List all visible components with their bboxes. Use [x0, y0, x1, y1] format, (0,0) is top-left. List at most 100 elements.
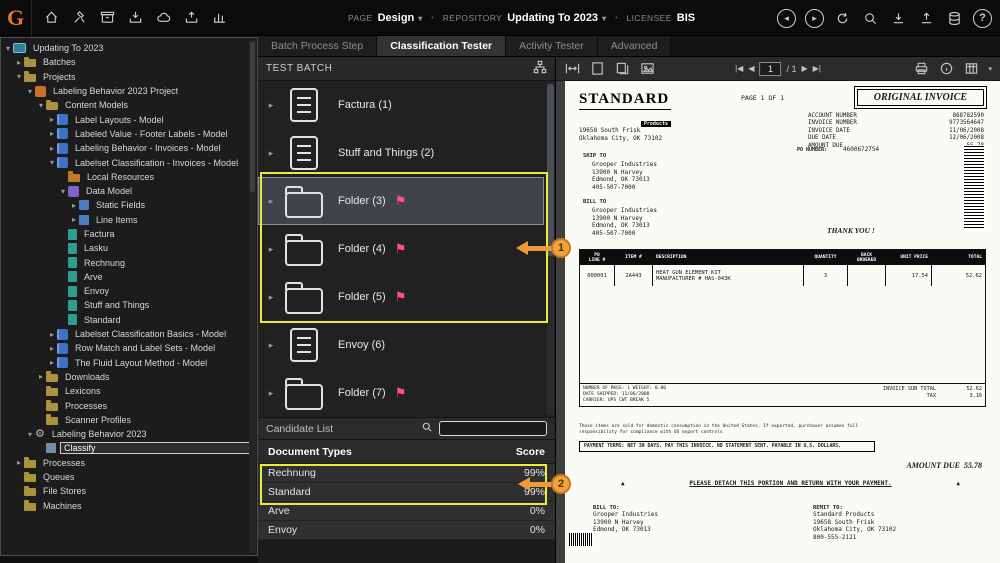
- tree-item-queues[interactable]: Queues: [1, 470, 257, 484]
- tree-item-label-layouts-model[interactable]: ▸ Label Layouts - Model: [1, 112, 257, 126]
- tree-item-file-stores[interactable]: File Stores: [1, 484, 257, 498]
- page-selector[interactable]: Design: [378, 12, 423, 24]
- expander-icon[interactable]: ▸: [69, 201, 79, 210]
- expander-icon[interactable]: ▾: [14, 72, 24, 81]
- expander-icon[interactable]: ▸: [14, 58, 24, 67]
- expander-icon[interactable]: ▸: [47, 330, 57, 339]
- tree-item-local-resources[interactable]: Local Resources: [1, 170, 257, 184]
- expander-icon[interactable]: ▸: [264, 148, 278, 159]
- back-button[interactable]: [777, 8, 796, 28]
- download-icon[interactable]: [889, 9, 908, 28]
- expander-icon[interactable]: ▾: [58, 187, 68, 196]
- expander-icon[interactable]: ▸: [36, 372, 46, 381]
- tree-item-static-fields[interactable]: ▸ Static Fields: [1, 198, 257, 212]
- tree-item-factura[interactable]: Factura: [1, 227, 257, 241]
- tree-scrollbar[interactable]: [249, 40, 256, 553]
- tree-item-stuff-and-things[interactable]: Stuff and Things: [1, 298, 257, 312]
- expander-icon[interactable]: ▸: [14, 458, 24, 467]
- tree-item-projects[interactable]: ▾ Projects: [1, 70, 257, 84]
- refresh-icon[interactable]: [833, 9, 852, 28]
- tree-item-data-model[interactable]: ▾ Data Model: [1, 184, 257, 198]
- expander-icon[interactable]: ▸: [264, 196, 278, 207]
- batch-item-folder-5[interactable]: ▸ Folder (5): [258, 273, 544, 321]
- expander-icon[interactable]: ▾: [47, 158, 57, 167]
- tree-item-batches[interactable]: ▸ Batches: [1, 55, 257, 69]
- fit-page-icon[interactable]: [589, 60, 606, 77]
- tab-batch-process-step[interactable]: Batch Process Step: [258, 36, 378, 56]
- expander-icon[interactable]: ▸: [264, 100, 278, 111]
- repository-selector[interactable]: Updating To 2023: [507, 12, 606, 24]
- pages-icon[interactable]: [614, 60, 631, 77]
- expander-icon[interactable]: ▸: [47, 144, 57, 153]
- upload-icon[interactable]: [917, 9, 936, 28]
- expander-icon[interactable]: ▸: [47, 344, 57, 353]
- tab-activity-tester[interactable]: Activity Tester: [506, 36, 598, 56]
- tree-item-row-match-and-label-sets-model[interactable]: ▸ Row Match and Label Sets - Model: [1, 341, 257, 355]
- candidate-search-input[interactable]: [439, 421, 547, 436]
- document-area[interactable]: STANDARD Products PAGE 1 OF 1 ORIGINAL I…: [556, 81, 1000, 563]
- search-icon[interactable]: [421, 420, 433, 438]
- help-button[interactable]: [973, 8, 992, 28]
- tab-advanced[interactable]: Advanced: [597, 36, 672, 56]
- tree-item-classify[interactable]: Classify: [1, 441, 257, 455]
- grooper-logo[interactable]: G: [0, 0, 32, 36]
- tree-item-lasku[interactable]: Lasku: [1, 241, 257, 255]
- fit-width-icon[interactable]: [564, 60, 581, 77]
- previous-page-icon[interactable]: [748, 64, 754, 73]
- batch-item-folder-3[interactable]: ▸ Folder (3): [258, 177, 544, 225]
- tree-item-labelset-classification-basics-model[interactable]: ▸ Labelset Classification Basics - Model: [1, 327, 257, 341]
- expander-icon[interactable]: ▸: [47, 129, 57, 138]
- expander-icon[interactable]: ▾: [25, 87, 35, 96]
- tree-item-arve[interactable]: Arve: [1, 270, 257, 284]
- tree-item-envoy[interactable]: Envoy: [1, 284, 257, 298]
- home-icon[interactable]: [42, 8, 61, 27]
- chevron-down-icon[interactable]: ▾: [988, 65, 992, 73]
- tree-item-labeled-value-footer-labels-model[interactable]: ▸ Labeled Value - Footer Labels - Model: [1, 127, 257, 141]
- tree-scrollbar-thumb[interactable]: [250, 42, 255, 192]
- tree-item-labelset-classification-invoices-model[interactable]: ▾ Labelset Classification - Invoices - Mo…: [1, 155, 257, 169]
- next-page-icon[interactable]: [802, 64, 808, 73]
- database-icon[interactable]: [945, 9, 964, 28]
- tree-item-labeling-behavior-2023[interactable]: ▾ Labeling Behavior 2023: [1, 427, 257, 441]
- tree-item-downloads[interactable]: ▸ Downloads: [1, 370, 257, 384]
- export-box-icon[interactable]: [182, 8, 201, 27]
- image-icon[interactable]: [639, 60, 656, 77]
- candidate-row-envoy[interactable]: Envoy 0%: [258, 521, 555, 540]
- last-page-icon[interactable]: [813, 64, 821, 73]
- tools-icon[interactable]: [70, 8, 89, 27]
- print-icon[interactable]: [913, 60, 930, 77]
- first-page-icon[interactable]: [735, 64, 743, 73]
- tree-item-labeling-behavior-invoices-model[interactable]: ▸ Labeling Behavior - Invoices - Model: [1, 141, 257, 155]
- view-options-icon[interactable]: [963, 60, 980, 77]
- batch-scrollbar-thumb[interactable]: [547, 84, 554, 256]
- archive-box-icon[interactable]: [98, 8, 117, 27]
- search-icon[interactable]: [861, 9, 880, 28]
- tree-item-content-models[interactable]: ▾ Content Models: [1, 98, 257, 112]
- batch-item-envoy-6[interactable]: ▸ Envoy (6): [258, 321, 544, 369]
- stats-chart-icon[interactable]: [210, 8, 229, 27]
- batch-item-stuff-and-things-2[interactable]: ▸ Stuff and Things (2): [258, 129, 544, 177]
- batch-item-factura-1[interactable]: ▸ Factura (1): [258, 81, 544, 129]
- expander-icon[interactable]: ▸: [264, 340, 278, 351]
- tree-item-labeling-behavior-2023-project[interactable]: ▾ Labeling Behavior 2023 Project: [1, 84, 257, 98]
- expander-icon[interactable]: ▸: [47, 358, 57, 367]
- tree-item-the-fluid-layout-method-model[interactable]: ▸ The Fluid Layout Method - Model: [1, 356, 257, 370]
- candidate-row-standard[interactable]: Standard 99%: [258, 483, 555, 502]
- expander-icon[interactable]: ▸: [264, 244, 278, 255]
- import-box-icon[interactable]: [126, 8, 145, 27]
- tree-item-processes[interactable]: ▸ Processes: [1, 456, 257, 470]
- tree-item-scanner-profiles[interactable]: Scanner Profiles: [1, 413, 257, 427]
- forward-button[interactable]: [805, 8, 824, 28]
- batch-item-folder-7[interactable]: ▸ Folder (7): [258, 369, 544, 417]
- expander-icon[interactable]: ▸: [264, 388, 278, 399]
- tree-item-updating-to-2023[interactable]: ▾ Updating To 2023: [1, 41, 257, 55]
- tree-item-line-items[interactable]: ▸ Line Items: [1, 213, 257, 227]
- tree-item-standard[interactable]: Standard: [1, 313, 257, 327]
- info-icon[interactable]: [938, 60, 955, 77]
- expander-icon[interactable]: ▾: [36, 101, 46, 110]
- expander-icon[interactable]: ▸: [69, 215, 79, 224]
- tree-item-rechnung[interactable]: Rechnung: [1, 255, 257, 269]
- tab-classification-tester[interactable]: Classification Tester: [377, 36, 507, 56]
- page-number-input[interactable]: [759, 61, 782, 76]
- candidate-row-arve[interactable]: Arve 0%: [258, 502, 555, 521]
